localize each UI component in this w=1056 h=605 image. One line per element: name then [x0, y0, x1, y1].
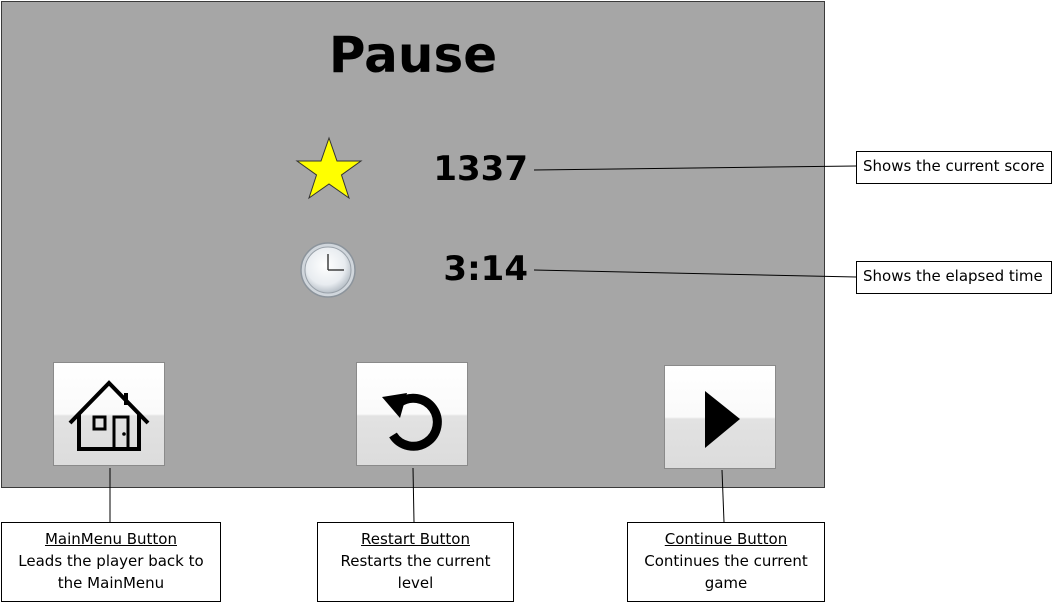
main-menu-callout-line: Leads the player back to [18, 552, 204, 570]
restart-callout: Restart Button Restarts the current leve… [317, 522, 514, 602]
continue-callout-line: game [704, 574, 748, 592]
continue-callout: Continue Button Continues the current ga… [627, 522, 825, 602]
main-menu-callout: MainMenu Button Leads the player back to… [1, 522, 221, 602]
main-menu-callout-caption: MainMenu Button [44, 530, 177, 548]
score-callout: Shows the current score [856, 151, 1052, 184]
time-callout-text: Shows the elapsed time [863, 267, 1043, 285]
callout-connectors [109, 165, 857, 523]
restart-callout-caption: Restart Button [361, 530, 470, 548]
main-menu-callout-line: the MainMenu [57, 574, 165, 592]
continue-callout-line: Continues the current [644, 552, 808, 570]
time-callout: Shows the elapsed time [856, 261, 1052, 294]
restart-callout-line: Restarts the current [340, 552, 491, 570]
score-callout-text: Shows the current score [863, 157, 1045, 175]
continue-callout-caption: Continue Button [664, 530, 788, 548]
restart-callout-line: level [397, 574, 434, 592]
